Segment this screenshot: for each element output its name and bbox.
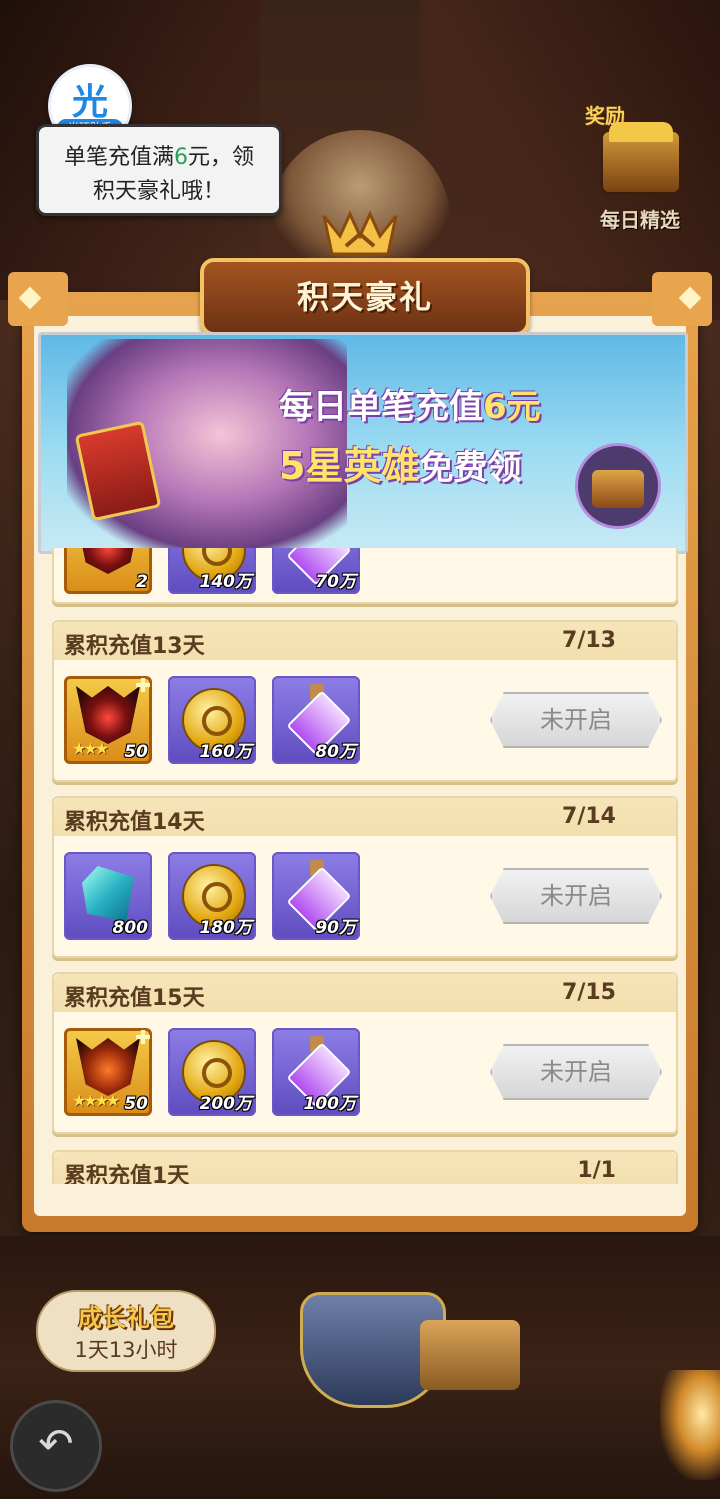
row-title: 累积充值13天 [64,634,205,659]
item-quantity: 50 [124,1094,148,1114]
banner-line-2: 5星英雄免费领 [279,435,521,490]
stars-icon: ★★★ [72,739,109,758]
bubble-line-2: 积天豪礼哦！ [92,179,225,204]
list-item: 累积充值14天 7/14 800 180万 90万 未开启 [52,796,678,958]
assistant-speech-bubble[interactable]: 单笔充值满6元，领 积天豪礼哦！ [36,124,282,216]
reward-item[interactable]: 80万 [272,676,360,764]
banner-chest-icon [575,443,661,529]
treasure-chest-icon [601,122,681,194]
row-title: 累积充值14天 [64,810,205,835]
stars-icon: ★★★★ [72,1091,120,1110]
item-quantity: 50 [124,742,148,762]
row-title: 累积充值1天 [64,1164,190,1184]
list-item: 累积充值1天 1/1 [52,1150,678,1184]
growth-pack-button[interactable]: 成长礼包 1天13小时 [36,1290,216,1372]
daily-picks-button[interactable]: 奖励 每日精选 [585,100,695,232]
crown-emblem-icon [322,210,398,256]
panel-ornament-left [8,272,68,326]
reward-item[interactable]: 90万 [272,852,360,940]
reward-item[interactable]: 800 [64,852,152,940]
reward-item[interactable]: 70万 [272,548,360,594]
list-item: 2 140万 70万 [52,548,678,604]
row-title: 累积充值15天 [64,986,205,1011]
list-item: 累积充值15天 7/15 ★★★★ 50 200万 100万 未开启 [52,972,678,1134]
item-quantity: 200万 [199,1094,253,1114]
crystal-gem-icon [82,866,134,922]
bubble-highlight: 6 [174,145,188,170]
growth-pack-title: 成长礼包 [78,1304,174,1332]
daily-picks-label: 每日精选 [600,208,680,232]
reward-item[interactable]: 180万 [168,852,256,940]
reward-list[interactable]: 2 140万 70万 累积充值13天 7/13 ★★★ 50 160万 80万 [34,548,684,1184]
item-quantity: 2 [136,572,148,592]
hero-mask-icon [76,1038,140,1096]
back-arrow-icon: ↶ [38,1419,74,1468]
row-progress: 7/14 [562,804,616,829]
candle-light [660,1370,720,1480]
panel-ornament-right [652,272,712,326]
row-progress: 1/1 [577,1158,616,1183]
bubble-text: 元，领 [188,145,255,170]
reward-item[interactable]: 160万 [168,676,256,764]
item-quantity: 90万 [315,918,356,938]
claim-button[interactable]: 未开启 [490,692,662,748]
item-quantity: 800 [112,918,149,938]
item-quantity: 140万 [199,572,253,592]
back-button[interactable]: ↶ [10,1400,102,1492]
assistant-logo-glyph: 光 [71,82,108,123]
item-quantity: 100万 [303,1094,357,1114]
claim-button[interactable]: 未开启 [490,868,662,924]
bubble-text: 单笔充值满 [63,145,174,170]
reward-item[interactable]: 200万 [168,1028,256,1116]
row-progress: 7/13 [562,628,616,653]
banner-text: 5星英雄 [279,444,420,488]
item-quantity: 180万 [199,918,253,938]
bubble-line-1: 单笔充值满6元，领 [39,139,279,171]
banner-amount: 6元 [483,387,541,427]
hero-mask-icon [76,686,140,744]
promo-banner: 每日单笔充值6元 5星英雄免费领 [38,332,688,554]
banner-line-1: 每日单笔充值6元 [279,379,541,428]
item-quantity: 70万 [315,572,356,592]
row-progress: 7/15 [562,980,616,1005]
claim-button[interactable]: 未开启 [490,1044,662,1100]
banner-free: 免费领 [419,448,522,488]
treasure-crate-icon [420,1320,520,1390]
banner-text: 每日单笔充值 [279,387,483,427]
reward-item[interactable]: ★★★ 50 [64,676,152,764]
panel-title-plate: 积天豪礼 [200,258,530,336]
list-item: 累积充值13天 7/13 ★★★ 50 160万 80万 未开启 [52,620,678,782]
reward-item[interactable]: ★★★★ 50 [64,1028,152,1116]
item-quantity: 160万 [199,742,253,762]
reward-item[interactable]: 100万 [272,1028,360,1116]
item-quantity: 80万 [315,742,356,762]
growth-pack-timer: 1天13小时 [74,1338,178,1362]
reward-item[interactable]: 140万 [168,548,256,594]
reward-item[interactable]: 2 [64,548,152,594]
panel-title: 积天豪礼 [296,278,433,316]
